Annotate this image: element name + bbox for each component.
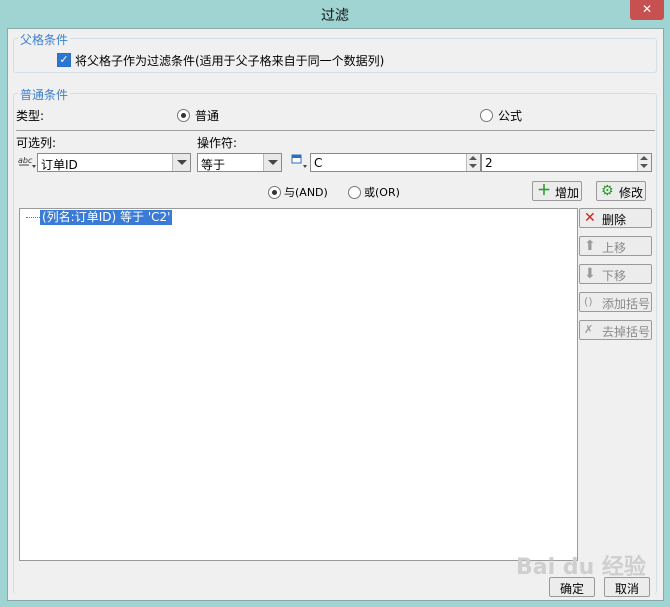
parent-filter-label: 将父格子作为过滤条件(适用于父子格来自于同一个数据列) xyxy=(75,54,385,68)
column-select-value: 订单ID xyxy=(41,158,78,172)
filter-dialog: 过滤 ✕ 父格条件 ✓ 将父格子作为过滤条件(适用于父子格来自于同一个数据列) … xyxy=(0,0,670,607)
remove-bracket-button[interactable]: ✗ 去掉括号 xyxy=(579,320,652,340)
ok-button[interactable]: 确定 xyxy=(549,577,595,597)
move-up-button[interactable]: ⬆ 上移 xyxy=(579,236,652,256)
divider xyxy=(16,130,655,131)
value-input-2-text: 2 xyxy=(485,156,493,170)
bracket-add-icon: () xyxy=(584,295,593,308)
delete-button-label: 删除 xyxy=(602,213,627,227)
bracket-remove-icon: ✗ xyxy=(584,323,594,336)
svg-text:abc: abc xyxy=(18,156,33,165)
delete-button[interactable]: ✕ 删除 xyxy=(579,208,652,228)
column-label: 可选列: xyxy=(16,136,57,150)
value-type-icon[interactable] xyxy=(290,153,310,171)
operator-select-value: 等于 xyxy=(201,158,226,172)
column-select[interactable]: 订单ID xyxy=(37,153,191,172)
value-spinner[interactable] xyxy=(466,154,480,171)
logic-or-radio[interactable] xyxy=(348,186,361,199)
type-normal-label: 普通 xyxy=(195,109,220,123)
move-down-button[interactable]: ⬇ 下移 xyxy=(579,264,652,284)
cancel-button-label: 取消 xyxy=(614,582,639,596)
close-button[interactable]: ✕ xyxy=(630,0,664,20)
red-x-icon: ✕ xyxy=(584,210,596,226)
parent-condition-group: 父格条件 ✓ 将父格子作为过滤条件(适用于父子格来自于同一个数据列) xyxy=(13,31,657,73)
title-bar[interactable]: 过滤 ✕ xyxy=(0,0,670,28)
logic-or-label: 或(OR) xyxy=(364,186,400,199)
close-icon: ✕ xyxy=(641,2,653,16)
add-bracket-button[interactable]: () 添加括号 xyxy=(579,292,652,312)
dialog-client-area: 父格条件 ✓ 将父格子作为过滤条件(适用于父子格来自于同一个数据列) 普通条件 … xyxy=(7,28,664,601)
condition-tree[interactable]: (列名:订单ID) 等于 'C2' xyxy=(19,208,578,561)
tree-item[interactable]: (列名:订单ID) 等于 'C2' xyxy=(40,210,173,225)
cancel-button[interactable]: 取消 xyxy=(604,577,650,597)
operator-select[interactable]: 等于 xyxy=(197,153,282,172)
modify-button-label: 修改 xyxy=(619,186,644,200)
normal-condition-legend: 普通条件 xyxy=(18,86,71,103)
type-normal-radio[interactable] xyxy=(177,109,190,122)
type-formula-label: 公式 xyxy=(498,109,523,123)
value-spinner-2[interactable] xyxy=(637,154,651,171)
type-formula-radio[interactable] xyxy=(480,109,493,122)
add-button[interactable]: ＋ 增加 xyxy=(532,181,582,201)
logic-and-label: 与(AND) xyxy=(284,186,328,199)
move-down-button-label: 下移 xyxy=(602,269,627,283)
arrow-down-icon: ⬇ xyxy=(584,266,596,282)
ok-button-label: 确定 xyxy=(559,582,584,596)
remove-bracket-button-label: 去掉括号 xyxy=(602,325,651,339)
arrow-up-icon: ⬆ xyxy=(584,238,596,254)
move-up-button-label: 上移 xyxy=(602,241,627,255)
plus-icon: ＋ xyxy=(537,183,551,199)
logic-and-radio[interactable] xyxy=(268,186,281,199)
window-title: 过滤 xyxy=(321,8,349,24)
operator-label: 操作符: xyxy=(197,136,238,150)
parent-condition-legend: 父格条件 xyxy=(18,31,71,48)
abc-column-icon[interactable]: abc xyxy=(17,153,37,171)
edit-icon: ⚙ xyxy=(601,183,614,199)
type-label: 类型: xyxy=(16,109,45,123)
value-input-text: C xyxy=(314,156,323,170)
modify-button[interactable]: ⚙ 修改 xyxy=(596,181,646,201)
parent-filter-checkbox[interactable]: ✓ xyxy=(57,53,71,67)
chevron-down-icon[interactable] xyxy=(172,154,190,171)
value-input-2[interactable]: 2 xyxy=(481,153,652,172)
add-bracket-button-label: 添加括号 xyxy=(602,297,651,311)
add-button-label: 增加 xyxy=(555,186,580,200)
check-icon: ✓ xyxy=(59,53,69,66)
chevron-down-icon[interactable] xyxy=(263,154,281,171)
tree-connector xyxy=(26,217,40,219)
value-input[interactable]: C xyxy=(310,153,481,172)
